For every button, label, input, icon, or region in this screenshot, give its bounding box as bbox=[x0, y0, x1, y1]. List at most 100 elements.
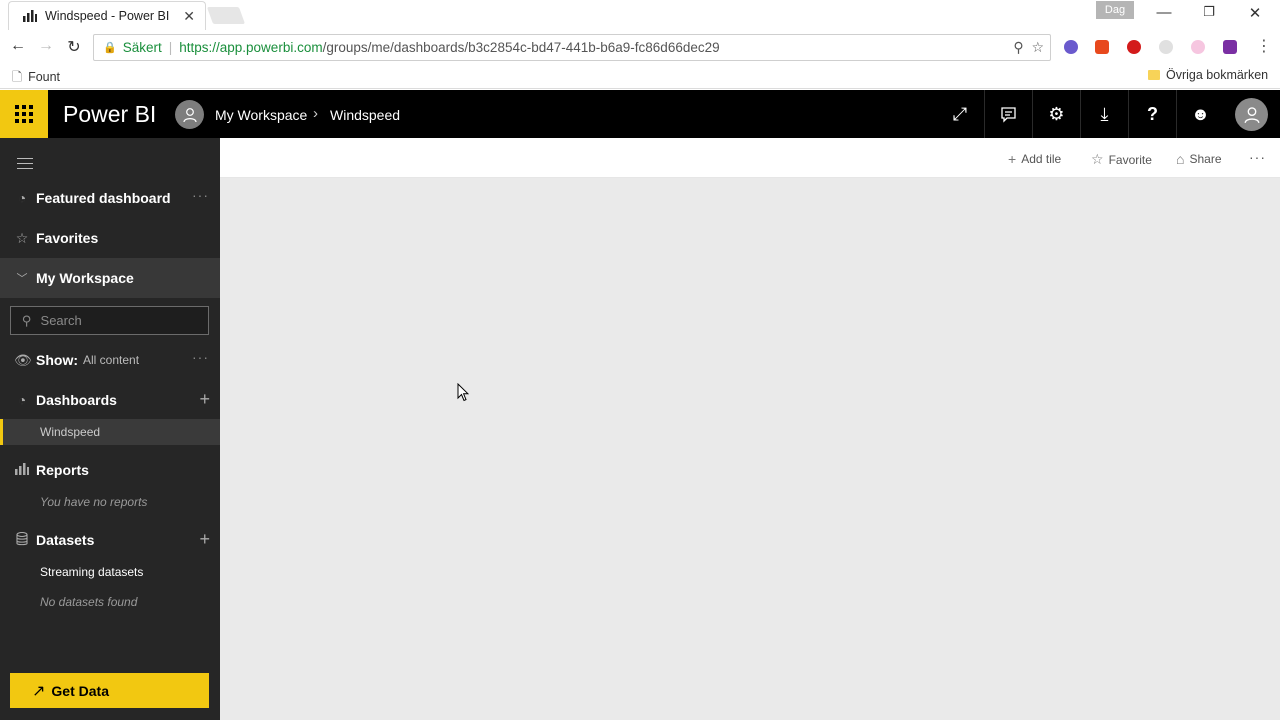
dashboard-item-windspeed[interactable]: Windspeed bbox=[0, 419, 220, 445]
star-icon: ☆ bbox=[15, 229, 29, 246]
breadcrumb-workspace[interactable]: My Workspace bbox=[215, 107, 307, 123]
opera-icon[interactable] bbox=[1127, 40, 1141, 54]
plus-icon: + bbox=[1008, 151, 1017, 167]
more-options-icon[interactable]: ··· bbox=[192, 187, 209, 203]
browser-toolbar: ← → ↻ 🔒 Säkert | https://app.powerbi.com… bbox=[0, 30, 1280, 64]
reload-icon[interactable]: ↻ bbox=[64, 37, 84, 57]
nav-datasets-label: Datasets bbox=[36, 532, 95, 548]
more-options-icon[interactable]: ··· bbox=[1249, 149, 1266, 165]
get-data-button[interactable]: ↗ Get Data bbox=[10, 673, 209, 708]
more-options-icon[interactable]: ··· bbox=[192, 349, 209, 365]
add-tile-label: Add tile bbox=[1021, 152, 1062, 166]
new-tab-button[interactable] bbox=[206, 7, 246, 24]
gear-icon[interactable]: ⚙ bbox=[1032, 90, 1080, 138]
page-icon: 🗋 bbox=[12, 70, 23, 84]
nav-show-filter[interactable]: 👁 Show: All content ··· bbox=[0, 340, 220, 380]
nav-my-workspace[interactable]: ﹀ My Workspace bbox=[0, 258, 220, 298]
sidebar-search[interactable]: ⚲ bbox=[10, 306, 209, 335]
bar-chart-icon bbox=[14, 462, 30, 478]
restore-icon[interactable]: ❐ bbox=[1199, 4, 1219, 20]
bookmarks-bar: 🗋 Fount Övriga bokmärken bbox=[0, 64, 1280, 89]
nav-reports-label: Reports bbox=[36, 462, 89, 478]
back-icon[interactable]: ← bbox=[8, 37, 28, 55]
nav-favorites-label: Favorites bbox=[36, 230, 99, 246]
omnibox-icons: ⚲ ☆ bbox=[1013, 39, 1044, 56]
add-tile-button[interactable]: + Add tile bbox=[1008, 151, 1061, 167]
brand-title[interactable]: Power BI bbox=[63, 101, 156, 128]
other-bookmarks-label: Övriga bokmärken bbox=[1166, 68, 1269, 82]
separator: | bbox=[168, 40, 173, 55]
download-icon[interactable]: ⤓ bbox=[1080, 90, 1128, 138]
reports-empty-text: You have no reports bbox=[40, 495, 148, 509]
mouse-cursor-icon bbox=[457, 383, 469, 402]
nav-favorites[interactable]: ☆ Favorites bbox=[0, 218, 220, 258]
chevron-down-icon: ﹀ bbox=[16, 273, 28, 285]
arrow-up-right-icon: ↗ bbox=[32, 682, 46, 700]
minimize-icon[interactable]: — bbox=[1154, 4, 1174, 21]
add-dashboard-icon[interactable]: + bbox=[199, 389, 210, 410]
chevron-right-icon: › bbox=[313, 105, 318, 122]
show-label: Show: bbox=[36, 352, 78, 368]
help-icon[interactable]: ? bbox=[1128, 90, 1176, 138]
profile-chip[interactable]: Dag bbox=[1096, 1, 1134, 19]
smiley-icon[interactable]: ☻ bbox=[1176, 90, 1224, 138]
comment-icon[interactable] bbox=[984, 90, 1032, 138]
nav-dashboards[interactable]: ◔ Dashboards + bbox=[0, 380, 220, 420]
browser-tabstrip: Windspeed - Power BI ✕ Dag — ❐ ✕ bbox=[0, 0, 1280, 30]
nav-featured-dashboard[interactable]: ◔ Featured dashboard ··· bbox=[0, 178, 220, 218]
show-value: All content bbox=[83, 353, 140, 367]
address-bar[interactable]: 🔒 Säkert | https://app.powerbi.com/group… bbox=[93, 34, 1051, 61]
streaming-datasets-link[interactable]: Streaming datasets bbox=[0, 559, 220, 585]
user-icon bbox=[182, 107, 197, 122]
bookmark-fount[interactable]: 🗋 Fount bbox=[12, 68, 60, 89]
extension-icon-3[interactable] bbox=[1191, 40, 1205, 54]
browser-menu-icon[interactable]: ⋮ bbox=[1256, 36, 1272, 56]
user-avatar[interactable] bbox=[1235, 98, 1268, 131]
bookmark-fount-label: Fount bbox=[28, 70, 61, 84]
lock-icon: 🔒 bbox=[103, 42, 117, 54]
nav-workspace-label: My Workspace bbox=[36, 270, 134, 286]
dashboard-canvas[interactable] bbox=[220, 178, 1280, 720]
close-tab-icon[interactable]: ✕ bbox=[183, 8, 195, 25]
extension-icon[interactable] bbox=[1064, 40, 1078, 54]
nav-datasets[interactable]: Datasets + bbox=[0, 520, 220, 560]
favorite-button[interactable]: ☆ Favorite bbox=[1091, 151, 1152, 168]
workspace-avatar bbox=[175, 100, 204, 129]
other-bookmarks[interactable]: Övriga bokmärken bbox=[1148, 68, 1268, 82]
gauge-icon: ◔ bbox=[17, 392, 27, 408]
search-input[interactable] bbox=[40, 313, 191, 328]
hamburger-icon[interactable] bbox=[17, 158, 33, 173]
extension-icon-2[interactable] bbox=[1159, 40, 1173, 54]
url-text: https://app.powerbi.com/groups/me/dashbo… bbox=[179, 40, 719, 55]
onenote-icon[interactable] bbox=[1223, 40, 1237, 54]
nav-dashboards-label: Dashboards bbox=[36, 392, 117, 408]
database-icon bbox=[14, 531, 30, 549]
nav-featured-label: Featured dashboard bbox=[36, 190, 171, 206]
powerbi-header: Power BI My Workspace › Windspeed ⤢ ⚙ ⤓ … bbox=[0, 90, 1280, 138]
breadcrumb-dashboard[interactable]: Windspeed bbox=[330, 107, 400, 123]
nav-reports[interactable]: Reports bbox=[0, 450, 220, 490]
gauge-icon: ◔ bbox=[17, 190, 27, 206]
share-button[interactable]: ⌂ Share bbox=[1176, 151, 1222, 167]
bookmark-star-icon[interactable]: ☆ bbox=[1031, 39, 1044, 55]
browser-tab-active[interactable]: Windspeed - Power BI ✕ bbox=[8, 1, 206, 30]
share-label: Share bbox=[1189, 152, 1222, 166]
bar-chart-icon bbox=[23, 10, 37, 22]
favorite-label: Favorite bbox=[1108, 152, 1152, 167]
close-window-icon[interactable]: ✕ bbox=[1245, 4, 1265, 22]
search-icon: ⚲ bbox=[22, 312, 32, 328]
secure-label: Säkert bbox=[122, 40, 162, 55]
add-dataset-icon[interactable]: + bbox=[199, 529, 210, 550]
user-icon bbox=[1244, 106, 1259, 123]
key-icon[interactable]: ⚲ bbox=[1013, 39, 1023, 55]
office-icon[interactable] bbox=[1095, 40, 1109, 54]
get-data-label: Get Data bbox=[51, 682, 109, 699]
forward-icon[interactable]: → bbox=[36, 37, 56, 55]
folder-icon bbox=[1148, 70, 1160, 80]
tab-title: Windspeed - Power BI bbox=[45, 9, 170, 23]
fullscreen-icon[interactable]: ⤢ bbox=[936, 90, 984, 138]
eye-icon: 👁 bbox=[14, 351, 32, 368]
url-host: https://app.powerbi.com bbox=[179, 40, 323, 55]
sidebar: ◔ Featured dashboard ··· ☆ Favorites ﹀ M… bbox=[0, 138, 220, 720]
app-launcher-button[interactable] bbox=[0, 90, 48, 138]
